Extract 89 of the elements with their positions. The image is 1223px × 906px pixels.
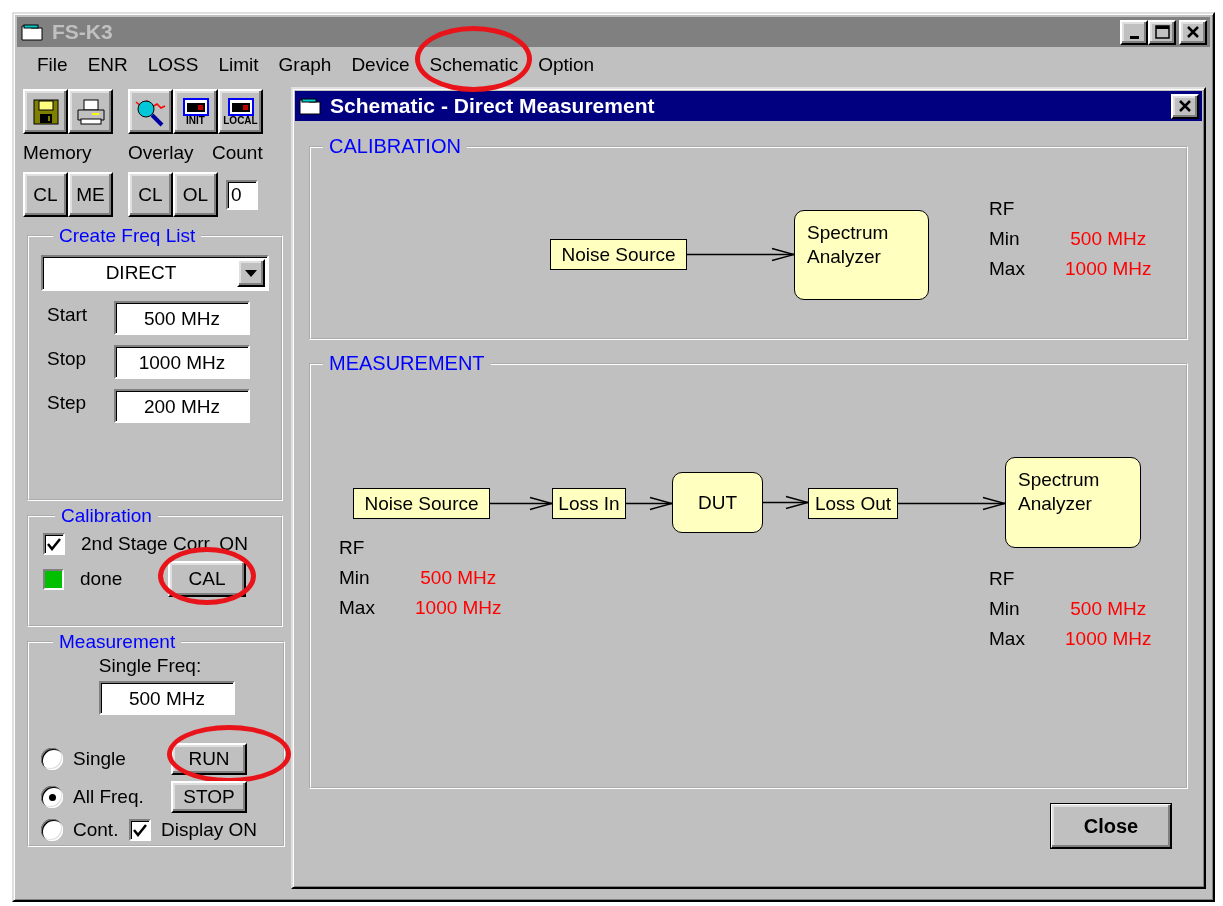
overlay-button[interactable]: CL	[128, 172, 173, 217]
window-icon	[298, 96, 322, 116]
menu-item[interactable]: LOSS	[137, 54, 209, 75]
device-button[interactable]: INIT	[173, 89, 218, 134]
count-field[interactable]: 0	[226, 179, 258, 210]
frequency-field[interactable]: 200 MHz	[114, 389, 250, 423]
readout-label: Max	[989, 627, 1026, 651]
maximize-icon	[1154, 24, 1170, 40]
radio-button[interactable]	[41, 819, 63, 841]
section-title: MEASUREMENT	[328, 352, 486, 375]
readout-value: 1000 MHz	[414, 596, 503, 620]
readout-label: Min	[339, 566, 371, 590]
field-label: Count	[212, 142, 263, 164]
frequency-field[interactable]: 500 MHz	[99, 681, 235, 715]
checkbox-label: Display ON	[161, 819, 258, 841]
cal-button[interactable]: CAL	[168, 561, 246, 597]
menu-item[interactable]: Schematic	[419, 54, 529, 75]
close-icon	[1185, 24, 1201, 40]
overlay-button[interactable]: OL	[173, 172, 218, 217]
window-title: Schematic - Direct Measurement	[330, 94, 656, 118]
menu-item[interactable]: ENR	[77, 54, 138, 75]
app-icon	[20, 22, 44, 42]
checkbox[interactable]	[129, 819, 151, 841]
readout-heading: RF	[989, 567, 1016, 591]
field-label: Stop	[46, 348, 88, 370]
connector-arrow	[625, 496, 675, 511]
mode-dropdown[interactable]: DIRECT	[41, 255, 269, 291]
readout-label: Min	[989, 227, 1021, 251]
group-title: Create Freq List	[58, 225, 197, 247]
analyze-button[interactable]	[128, 89, 173, 134]
run-button[interactable]: RUN	[171, 743, 247, 775]
printer-icon	[74, 96, 107, 127]
readout-label: Min	[989, 597, 1021, 621]
readout-heading: RF	[989, 197, 1016, 221]
close-button[interactable]	[1171, 93, 1199, 119]
device-block: Spectrum Analyzer	[794, 210, 929, 300]
close-icon	[1177, 98, 1193, 114]
signal-block: Noise Source	[550, 239, 687, 270]
signal-block: Noise Source	[353, 488, 490, 519]
group-title: Measurement	[58, 631, 177, 653]
radio-label: Cont.	[73, 819, 119, 841]
menu-item[interactable]: Device	[341, 54, 420, 75]
menu-item[interactable]: Option	[528, 54, 605, 75]
window-title: FS-K3	[52, 20, 114, 44]
memory-button[interactable]: CL	[23, 172, 68, 217]
field-label: Start	[46, 304, 89, 326]
radio-button[interactable]	[41, 786, 63, 808]
group-title: Calibration	[60, 505, 153, 527]
readout-value: 500 MHz	[419, 566, 498, 590]
readout-value: 1000 MHz	[1064, 627, 1153, 651]
field-label: Step	[46, 392, 88, 414]
field-label: Overlay	[128, 142, 194, 164]
save-button[interactable]	[23, 89, 68, 134]
device-icon	[182, 97, 209, 116]
signal-block: Loss Out	[808, 488, 898, 519]
field-label: Single Freq:	[98, 655, 202, 677]
radio-button[interactable]	[41, 748, 63, 770]
connector-arrow	[489, 496, 555, 511]
frequency-field[interactable]: 1000 MHz	[114, 345, 250, 379]
minimize-icon	[1129, 35, 1139, 39]
checkbox[interactable]	[43, 533, 65, 555]
radio-label: Single	[73, 748, 126, 770]
device-button[interactable]: LOCAL	[218, 89, 263, 134]
device-block: Spectrum Analyzer	[1005, 457, 1141, 548]
close-dialog-button[interactable]: Close	[1050, 803, 1172, 849]
section-title: CALIBRATION	[328, 135, 462, 158]
print-button[interactable]	[68, 89, 113, 134]
menu-item[interactable]: File	[27, 54, 78, 75]
device-icon	[227, 97, 254, 116]
menu-item[interactable]: Graph	[268, 54, 342, 75]
frequency-field[interactable]: 500 MHz	[114, 301, 250, 335]
memory-button[interactable]: ME	[68, 172, 113, 217]
menu-item[interactable]: Limit	[208, 54, 269, 75]
maximize-button[interactable]	[1148, 19, 1176, 45]
readout-value: 500 MHz	[1069, 227, 1148, 251]
readout-heading: RF	[339, 536, 366, 560]
connector-arrow	[762, 495, 811, 510]
readout-value: 500 MHz	[1069, 597, 1148, 621]
signal-block: Loss In	[552, 488, 626, 519]
field-label: Memory	[23, 142, 92, 164]
readout-label: Max	[989, 257, 1026, 281]
readout-label: Max	[339, 596, 376, 620]
radio-label: All Freq.	[73, 786, 144, 808]
run-button[interactable]: STOP	[171, 781, 247, 813]
readout-value: 1000 MHz	[1064, 257, 1153, 281]
status-label: done	[80, 568, 124, 590]
minimize-button[interactable]	[1120, 19, 1148, 45]
close-button[interactable]	[1179, 19, 1207, 45]
device-block: DUT	[672, 472, 763, 533]
